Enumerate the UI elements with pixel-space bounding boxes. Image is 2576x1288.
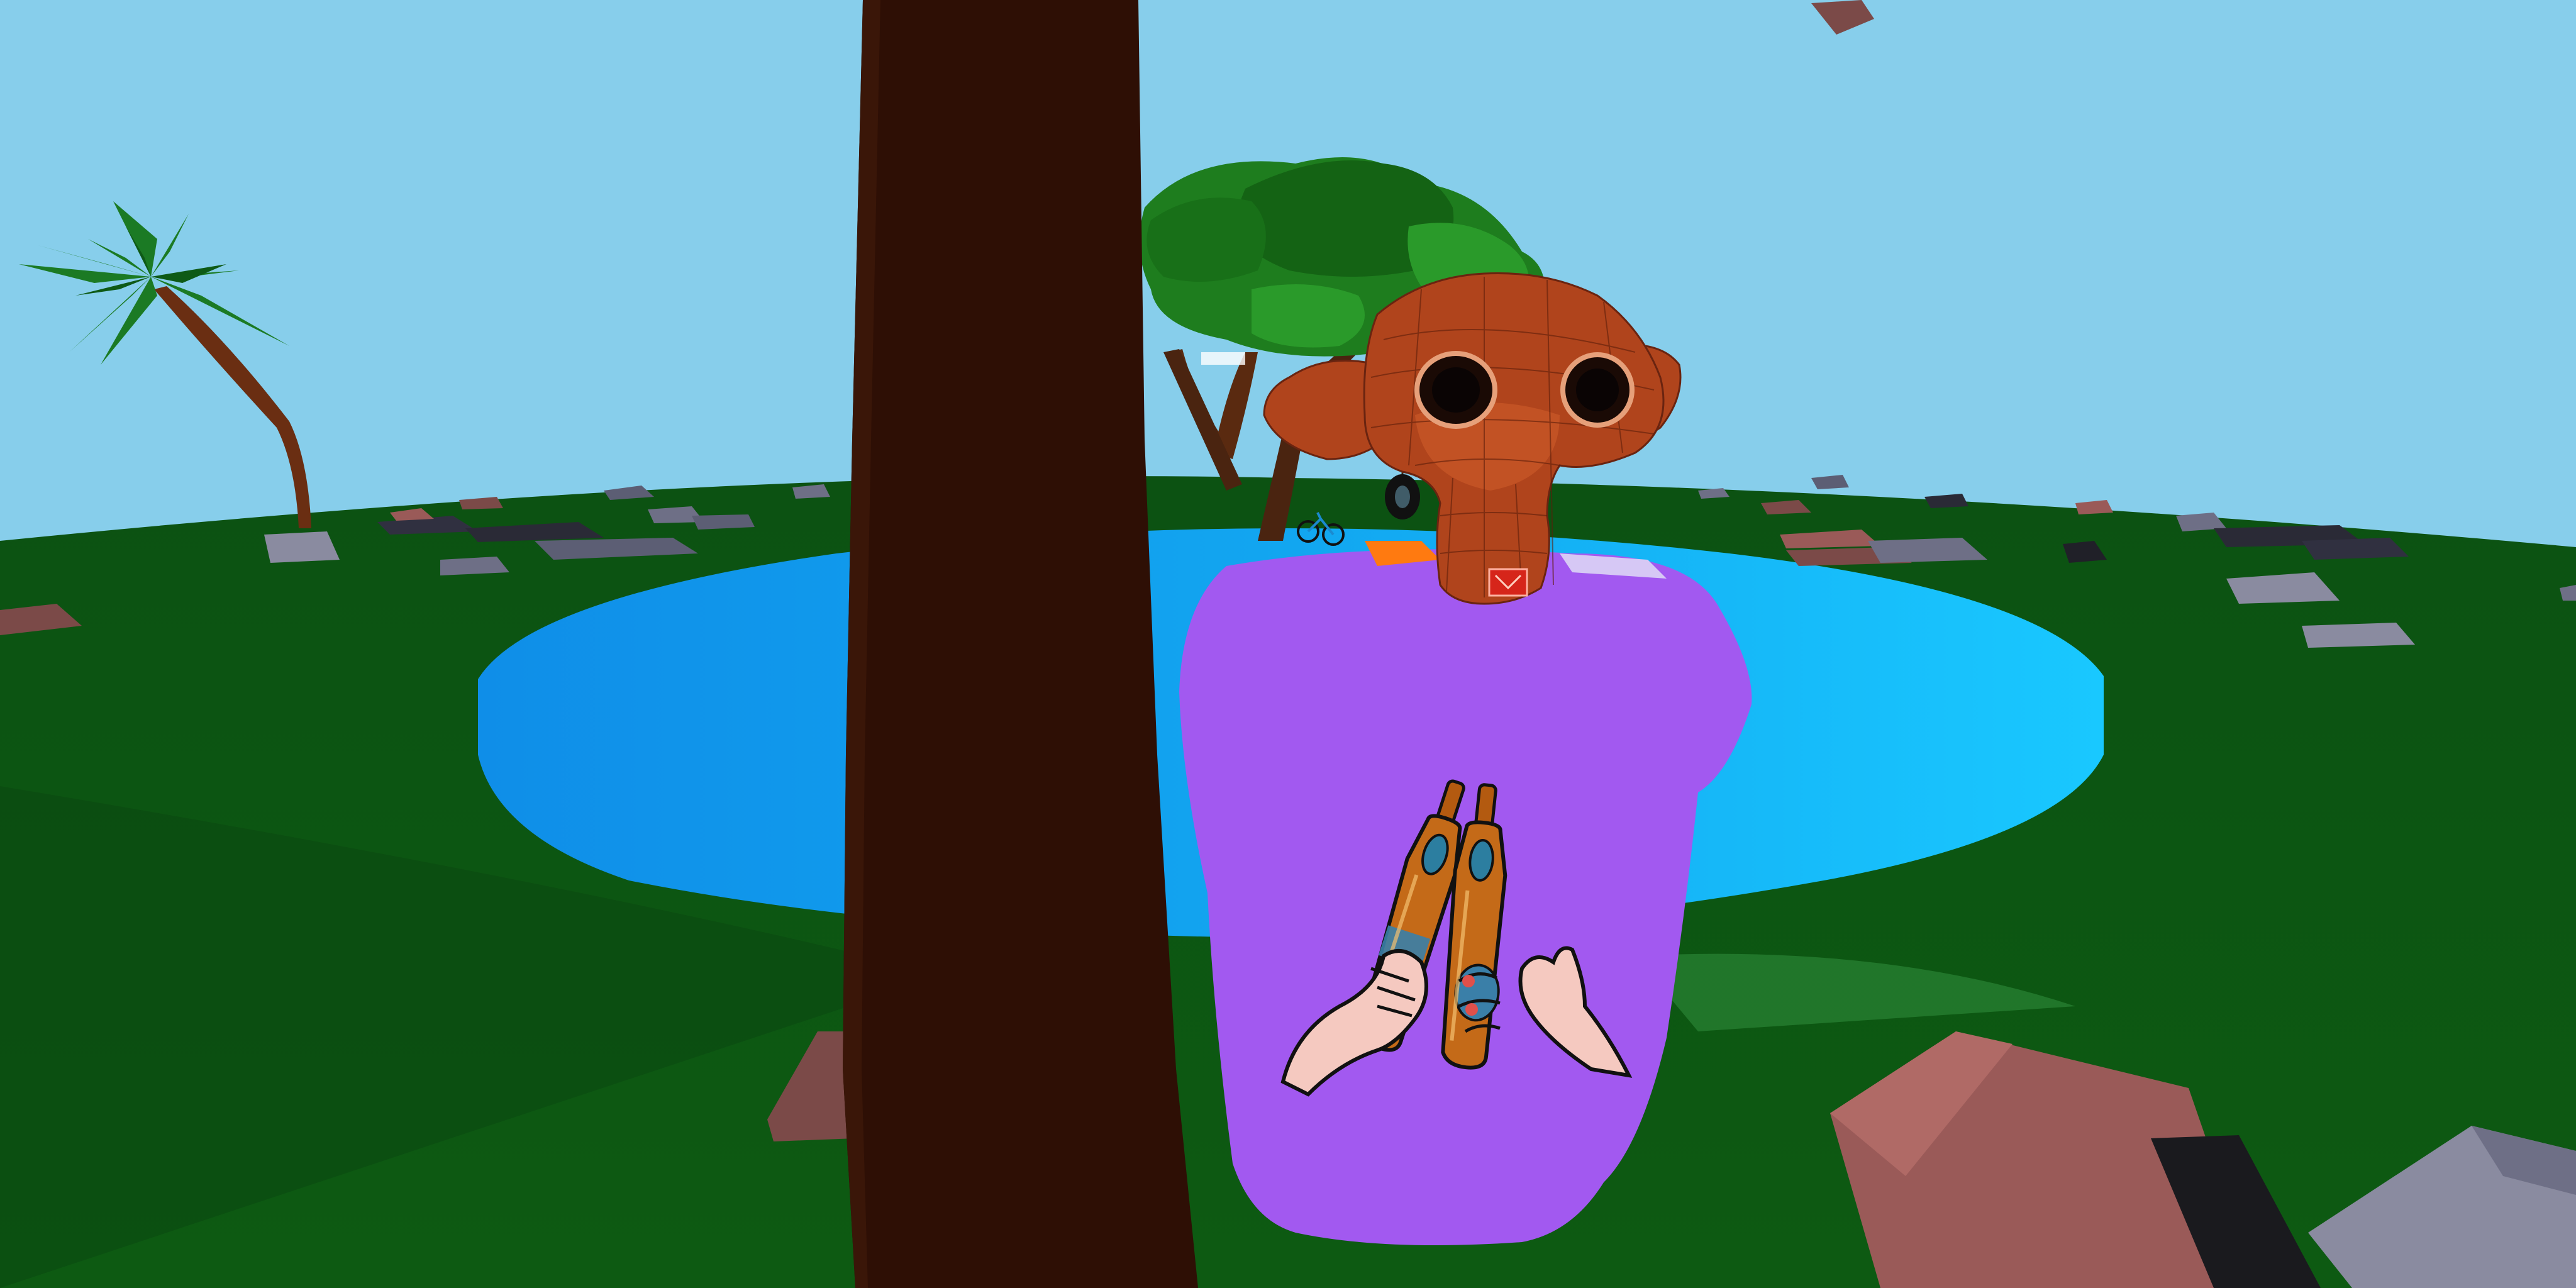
- game-viewport[interactable]: [0, 0, 2576, 1288]
